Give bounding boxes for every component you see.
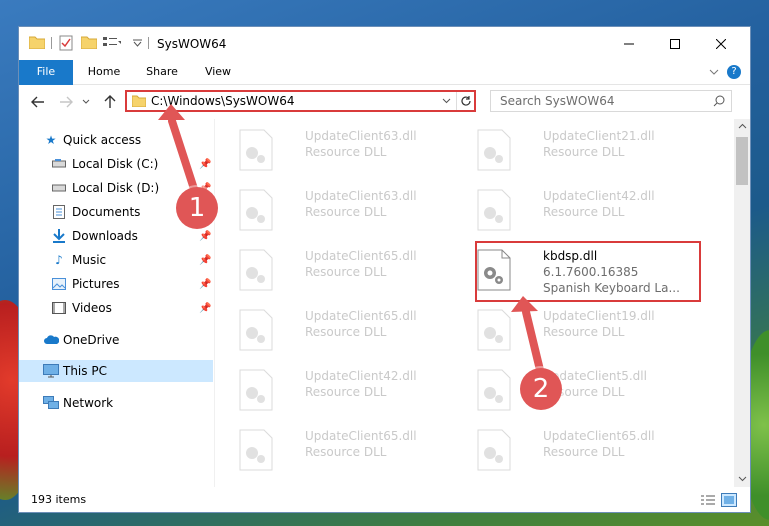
step-1-badge: 1: [176, 187, 218, 229]
arrow-to-kbdsp: [522, 308, 544, 374]
arrow-to-address-bar: [168, 117, 200, 199]
step-2-badge: 2: [520, 368, 562, 410]
arrow-head: [158, 104, 185, 120]
annotation-arrows: [158, 104, 544, 374]
arrow-head: [511, 296, 538, 312]
